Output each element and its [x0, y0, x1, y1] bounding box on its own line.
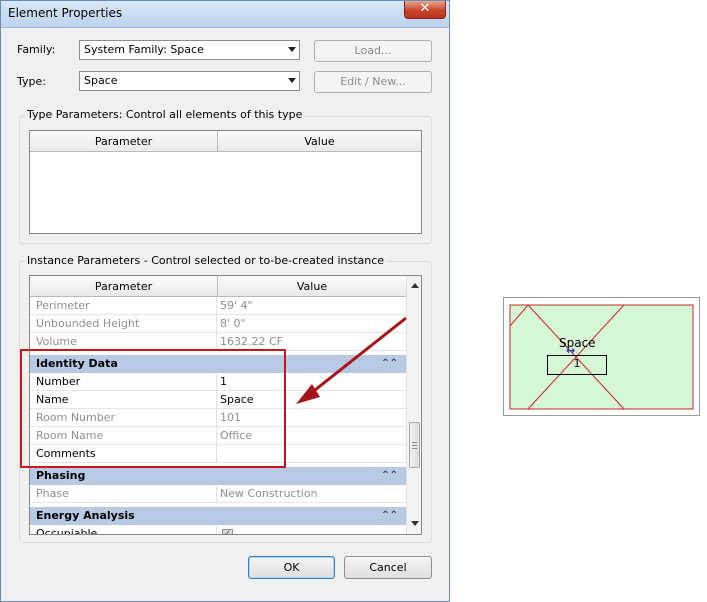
arrow-icon: [296, 316, 407, 404]
space-number-tag[interactable]: 1: [547, 355, 607, 375]
space-preview-panel: Space ↔ 1: [503, 297, 700, 416]
space-number: 1: [573, 357, 581, 370]
space-label: Space: [559, 336, 596, 350]
